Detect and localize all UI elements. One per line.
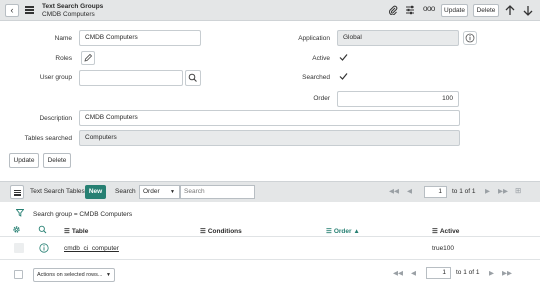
description-label: Description — [39, 115, 72, 122]
row-order: 100 — [443, 245, 454, 252]
last-page-icon[interactable]: ▶▶ — [498, 187, 508, 195]
name-label: Name — [54, 35, 72, 42]
row-table-link[interactable]: cmdb_ci_computer — [64, 245, 119, 252]
active-checkbox-check-icon[interactable] — [339, 53, 348, 62]
application-field: Global — [337, 30, 459, 46]
footer-last-page-icon[interactable]: ▶▶ — [502, 269, 512, 277]
previous-page-icon[interactable]: ◀ — [407, 187, 412, 195]
column-header-active[interactable]: ☰ Active — [432, 227, 459, 235]
list-menu-button[interactable] — [10, 185, 24, 199]
name-field[interactable]: CMDB Computers — [79, 30, 201, 46]
header-update-button[interactable]: Update — [441, 4, 468, 17]
expand-list-icon[interactable]: ⊞ — [515, 186, 521, 195]
sort-ascending-icon: ▲ — [353, 228, 360, 235]
user-group-field[interactable] — [79, 70, 183, 86]
row-divider — [0, 259, 540, 260]
actions-select[interactable]: Actions on selected rows... ▼ — [33, 268, 115, 282]
dropdown-arrow-icon: ▼ — [106, 272, 111, 278]
more-options-icon[interactable]: ooo — [423, 4, 435, 13]
footer-page-number-input[interactable]: 1 — [426, 267, 451, 279]
column-menu-icon[interactable]: ☰ — [432, 228, 438, 235]
form-update-button[interactable]: Update — [9, 153, 39, 168]
row-checkbox[interactable] — [14, 243, 24, 253]
search-field-select[interactable]: Order ▼ — [139, 185, 180, 199]
header-delete-button[interactable]: Delete — [473, 4, 499, 17]
searched-checkbox-check-icon[interactable] — [339, 72, 348, 81]
next-page-icon[interactable]: ▶ — [485, 187, 490, 195]
first-page-icon[interactable]: ◀◀ — [389, 187, 399, 195]
pencil-icon — [84, 53, 93, 62]
list-settings-gear-icon[interactable] — [12, 225, 21, 234]
search-input[interactable]: Search — [180, 185, 255, 199]
attachment-icon[interactable] — [388, 5, 398, 15]
tables-searched-field: Computers — [79, 130, 460, 146]
row-info-icon[interactable] — [39, 243, 49, 253]
user-group-lookup-button[interactable] — [185, 70, 201, 86]
footer-next-page-icon[interactable]: ▶ — [489, 269, 494, 277]
footer-first-page-icon[interactable]: ◀◀ — [393, 269, 403, 277]
back-button[interactable]: ‹ — [5, 4, 19, 17]
chevron-left-icon: ‹ — [10, 5, 14, 15]
active-label: Active — [312, 55, 330, 62]
arrow-down-icon[interactable] — [523, 5, 533, 16]
application-label: Application — [298, 35, 330, 42]
footer-previous-page-icon[interactable]: ◀ — [411, 269, 416, 277]
search-icon — [188, 73, 197, 82]
order-field[interactable]: 100 — [337, 91, 459, 107]
related-list-title: Text Search Tables — [30, 188, 85, 195]
form-record-name: CMDB Computers — [42, 11, 95, 18]
search-column-icon[interactable] — [38, 225, 47, 234]
column-menu-icon[interactable]: ☰ — [64, 228, 70, 235]
form-title: Text Search Groups — [42, 3, 104, 10]
description-field[interactable]: CMDB Computers — [79, 110, 460, 126]
info-icon[interactable] — [463, 31, 477, 45]
page-number-input[interactable]: 1 — [424, 186, 447, 198]
tables-searched-label: Tables searched — [24, 135, 72, 142]
hamburger-icon — [14, 189, 21, 196]
settings-sliders-icon[interactable] — [405, 5, 415, 15]
column-header-conditions[interactable]: ☰ Conditions — [200, 227, 242, 235]
page-range-text: to 1 of 1 — [452, 188, 476, 195]
hamburger-menu-icon[interactable] — [25, 6, 34, 14]
filter-icon[interactable] — [16, 209, 24, 217]
search-field-value: Order — [143, 188, 160, 195]
column-menu-icon[interactable]: ☰ — [200, 228, 206, 235]
user-group-label: User group — [39, 74, 72, 81]
dropdown-arrow-icon: ▼ — [170, 189, 175, 195]
search-label: Search — [115, 188, 136, 195]
header-divider — [0, 236, 540, 237]
actions-select-value: Actions on selected rows... — [37, 272, 103, 278]
roles-label: Roles — [55, 55, 72, 62]
row-active: true — [432, 245, 444, 252]
breadcrumb: Search group = CMDB Computers — [33, 211, 133, 218]
new-button[interactable]: New — [85, 185, 106, 199]
column-header-table[interactable]: ☰ Table — [64, 227, 88, 235]
column-header-order[interactable]: ☰ Order ▲ — [326, 227, 360, 235]
searched-label: Searched — [302, 74, 330, 81]
footer-page-range-text: to 1 of 1 — [456, 269, 480, 276]
arrow-up-icon[interactable] — [505, 5, 515, 16]
column-menu-icon[interactable]: ☰ — [326, 228, 332, 235]
form-header: ‹ Text Search Groups CMDB Computers ooo … — [0, 0, 540, 21]
related-list-header: Text Search Tables New Search Order ▼ Se… — [0, 181, 540, 202]
select-all-checkbox[interactable] — [14, 270, 23, 279]
roles-edit-button[interactable] — [81, 51, 95, 65]
order-label: Order — [313, 95, 330, 102]
form-delete-button[interactable]: Delete — [43, 153, 71, 168]
